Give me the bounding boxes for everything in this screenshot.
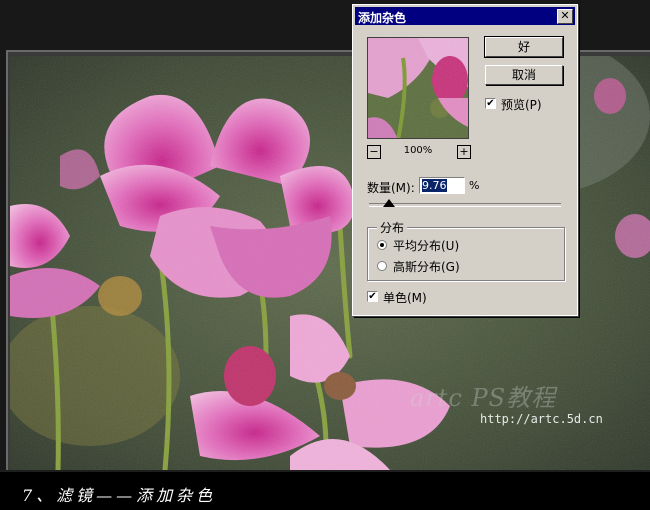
caption-text: 7、滤镜——添加杂色	[22, 486, 217, 505]
preview-thumbnail[interactable]	[367, 37, 469, 139]
uniform-radio[interactable]	[377, 240, 387, 250]
preview-checkbox[interactable]: ✔	[485, 98, 496, 109]
amount-label: 数量(M):	[367, 181, 415, 195]
ok-button[interactable]: 好	[484, 36, 564, 58]
zoom-level: 100%	[403, 145, 433, 156]
amount-slider-thumb[interactable]	[383, 199, 395, 207]
amount-value: 9.76	[422, 179, 447, 192]
dialog-title: 添加杂色	[358, 11, 407, 25]
distribution-title: 分布	[377, 219, 408, 236]
amount-slider-track[interactable]	[369, 203, 561, 207]
preview-label: 预览(P)	[501, 98, 542, 112]
radio-selected-dot	[380, 243, 384, 247]
add-noise-dialog: 添加杂色 ✕ − 100% + 好 取消 ✔ 预览(P) 数量(M): 9.76…	[352, 4, 578, 316]
monochrome-checkbox[interactable]: ✔	[367, 291, 378, 302]
amount-unit: %	[469, 179, 480, 192]
gaussian-label[interactable]: 高斯分布(G)	[393, 258, 460, 275]
dialog-titlebar[interactable]: 添加杂色 ✕	[355, 7, 575, 25]
zoom-out-button[interactable]: −	[367, 145, 381, 159]
amount-input[interactable]: 9.76	[419, 177, 465, 194]
monochrome-label: 单色(M)	[383, 291, 427, 305]
watermark: artc PS教程	[410, 384, 557, 412]
source-url: http://artc.5d.cn	[480, 412, 603, 426]
gaussian-radio[interactable]	[377, 261, 387, 271]
close-icon[interactable]: ✕	[557, 9, 573, 24]
uniform-label[interactable]: 平均分布(U)	[393, 237, 459, 254]
cancel-button[interactable]: 取消	[485, 65, 563, 85]
zoom-in-button[interactable]: +	[457, 145, 471, 159]
